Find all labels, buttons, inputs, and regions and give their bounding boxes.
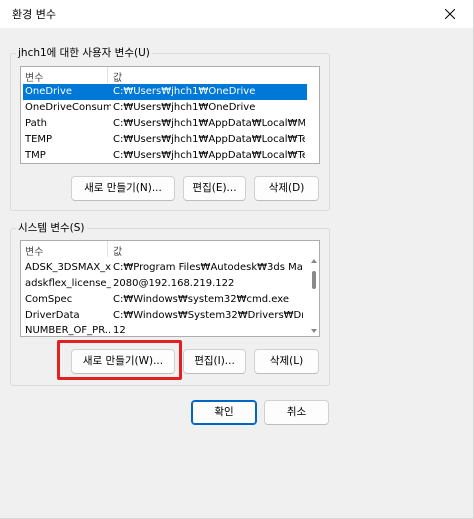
variable-name: OneDriveConsumer <box>25 102 111 113</box>
user-new-button[interactable]: 새로 만들기(N)... <box>71 176 175 201</box>
ok-button[interactable]: 확인 <box>191 400 257 425</box>
variable-value: C:₩Windows₩System32₩Drivers₩Driver... <box>113 310 303 321</box>
environment-variables-dialog: 환경 변수 jhch1에 대한 사용자 변수(U) 변수 값 OneDrive … <box>0 0 474 519</box>
variable-value: C:₩Program Files₩Autodesk₩3ds Max 20... <box>113 262 303 273</box>
column-header-value[interactable]: 값 <box>113 243 122 258</box>
list-item[interactable]: OneDrive C:₩Users₩jhch1₩OneDrive <box>23 84 307 100</box>
list-item[interactable]: TEMP C:₩Users₩jhch1₩AppData₩Local₩Temp <box>23 132 307 148</box>
variable-value: C:₩Users₩jhch1₩OneDrive <box>113 86 256 97</box>
variable-name: Path <box>25 118 47 129</box>
variable-name: TEMP <box>25 134 53 145</box>
variable-name: DriverData <box>25 310 80 321</box>
vertical-scrollbar[interactable] <box>310 257 318 335</box>
variable-value: C:₩Users₩jhch1₩AppData₩Local₩Micro... <box>113 118 305 129</box>
scrollbar-thumb[interactable] <box>312 271 316 289</box>
column-separator[interactable] <box>107 67 108 83</box>
user-edit-button[interactable]: 편집(E)... <box>183 176 246 201</box>
variable-value: C:₩Windows₩system32₩cmd.exe <box>113 294 290 305</box>
list-item[interactable]: ADSK_3DSMAX_x... C:₩Program Files₩Autode… <box>23 260 303 276</box>
close-button[interactable] <box>427 0 473 28</box>
user-variables-list[interactable]: 변수 값 OneDrive C:₩Users₩jhch1₩OneDrive On… <box>20 66 320 164</box>
variable-value: C:₩Users₩jhch1₩OneDrive <box>113 102 256 113</box>
title-bar: 환경 변수 <box>0 0 473 28</box>
list-item[interactable]: adskflex_license_fi... 2080@192.168.219.… <box>23 276 303 292</box>
close-icon <box>445 9 455 19</box>
column-header-variable[interactable]: 변수 <box>25 243 43 258</box>
variable-name: adskflex_license_fi... <box>25 278 111 289</box>
variable-value: 2080@192.168.219.122 <box>113 278 235 289</box>
user-variables-label: jhch1에 대한 사용자 변수(U) <box>16 45 152 60</box>
system-variables-label: 시스템 변수(S) <box>16 220 87 235</box>
user-list-header: 변수 값 <box>21 67 319 84</box>
variable-value: C:₩Users₩jhch1₩AppData₩Local₩Temp <box>113 150 305 161</box>
system-list-header: 변수 값 <box>21 241 319 258</box>
scroll-down-icon[interactable] <box>311 329 317 333</box>
scroll-up-icon[interactable] <box>311 259 317 263</box>
user-delete-button[interactable]: 삭제(D) <box>254 176 319 201</box>
window-title: 환경 변수 <box>12 8 56 21</box>
annotation-highlight-box <box>57 340 182 380</box>
list-item[interactable]: Path C:₩Users₩jhch1₩AppData₩Local₩Micro.… <box>23 116 307 132</box>
system-variables-list[interactable]: 변수 값 ADSK_3DSMAX_x... C:₩Program Files₩A… <box>20 240 320 337</box>
variable-name: ADSK_3DSMAX_x... <box>25 262 111 273</box>
cancel-button[interactable]: 취소 <box>264 400 329 425</box>
column-header-value[interactable]: 값 <box>113 69 122 84</box>
variable-name: OneDrive <box>25 86 73 97</box>
list-item[interactable]: ComSpec C:₩Windows₩system32₩cmd.exe <box>23 292 303 308</box>
list-item[interactable]: DriverData C:₩Windows₩System32₩Drivers₩D… <box>23 308 303 324</box>
list-item[interactable]: NUMBER_OF_PR... 12 <box>23 323 303 336</box>
list-item[interactable]: TMP C:₩Users₩jhch1₩AppData₩Local₩Temp <box>23 148 307 163</box>
variable-name: TMP <box>25 150 46 161</box>
variable-name: ComSpec <box>25 294 73 305</box>
list-item[interactable]: OneDriveConsumer C:₩Users₩jhch1₩OneDrive <box>23 100 307 116</box>
system-edit-button[interactable]: 편집(I)... <box>183 349 246 374</box>
variable-value: 12 <box>113 325 126 336</box>
system-delete-button[interactable]: 삭제(L) <box>254 349 319 374</box>
column-header-variable[interactable]: 변수 <box>25 69 43 84</box>
column-separator[interactable] <box>107 241 108 257</box>
variable-name: NUMBER_OF_PR... <box>25 325 111 336</box>
variable-value: C:₩Users₩jhch1₩AppData₩Local₩Temp <box>113 134 305 145</box>
